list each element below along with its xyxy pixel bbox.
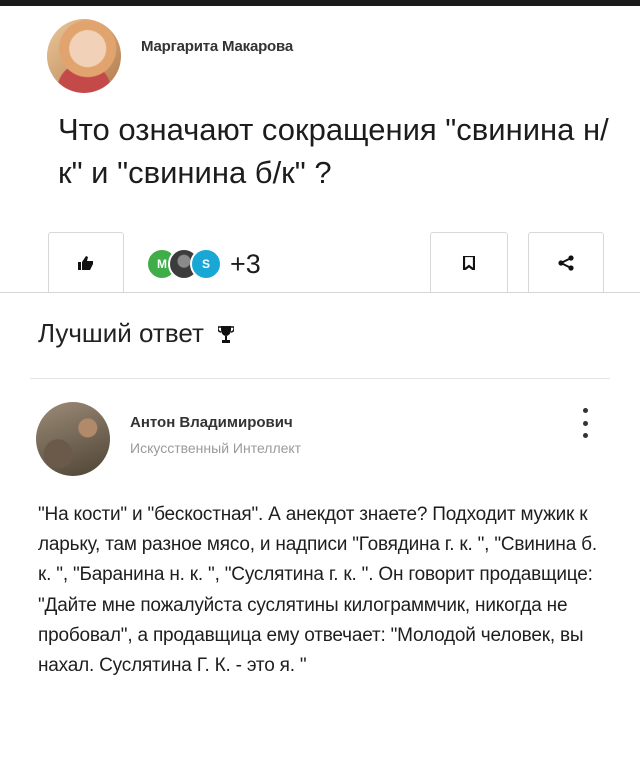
question-title: Что означают сокращения "свинина н/к" и … xyxy=(58,112,609,190)
answer-author-name[interactable]: Антон Владимирович xyxy=(130,414,301,431)
question-actions: М S +3 xyxy=(0,232,640,294)
best-answer-header: Лучший ответ xyxy=(38,318,234,349)
question-author-name[interactable]: Маргарита Макарова xyxy=(141,38,293,55)
reactor-avatar: S xyxy=(190,248,222,280)
share-button[interactable] xyxy=(528,232,604,293)
reactors-group[interactable]: М S +3 xyxy=(146,248,261,280)
question-author[interactable]: Маргарита Макарова xyxy=(47,19,293,93)
actions-divider xyxy=(0,292,640,293)
share-icon xyxy=(558,255,574,271)
best-answer-label: Лучший ответ xyxy=(38,318,204,348)
answer-author-meta: Антон Владимирович Искусственный Интелле… xyxy=(130,414,301,456)
trophy-icon xyxy=(217,325,234,343)
answer-author-role: Искусственный Интеллект xyxy=(130,440,302,456)
bookmark-button[interactable] xyxy=(430,232,508,293)
bookmark-icon xyxy=(463,256,475,270)
reactors-extra-count: +3 xyxy=(230,248,261,279)
thumbs-up-icon xyxy=(78,256,94,270)
more-vertical-icon[interactable] xyxy=(578,408,592,438)
answer-author-avatar[interactable] xyxy=(36,402,110,476)
answer-author[interactable]: Антон Владимирович Искусственный Интелле… xyxy=(36,402,301,476)
like-button[interactable] xyxy=(48,232,124,293)
top-bar xyxy=(0,0,640,6)
section-divider xyxy=(30,378,610,379)
question-author-avatar[interactable] xyxy=(47,19,121,93)
answer-text: "На кости" и "бескостная". А анекдот зна… xyxy=(38,504,597,677)
